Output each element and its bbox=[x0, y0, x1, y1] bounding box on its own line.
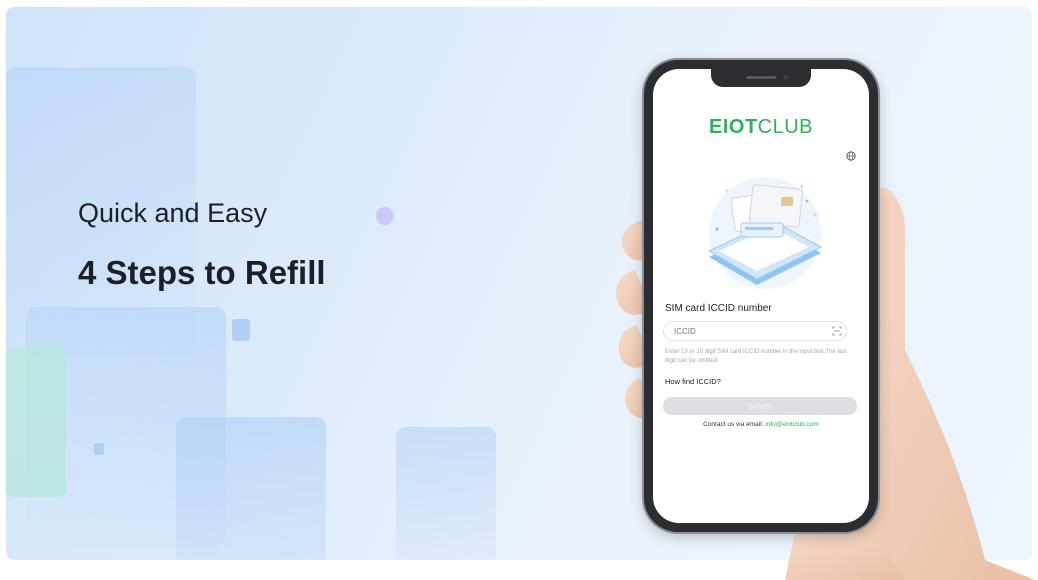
contact-prefix: Contact us via email: bbox=[703, 421, 764, 428]
phone-notch bbox=[711, 69, 811, 87]
logo-light: CLUB bbox=[757, 116, 814, 138]
iccid-label: SIM card ICCID number bbox=[665, 303, 772, 314]
iccid-input[interactable] bbox=[663, 321, 847, 341]
contact-line: Contact us via email: info@eiotclub.com bbox=[653, 421, 869, 428]
sim-card-illustration: + + + bbox=[707, 177, 823, 289]
speaker bbox=[746, 76, 776, 79]
svg-text:+: + bbox=[813, 212, 817, 219]
how-find-iccid-link[interactable]: How find ICCID? bbox=[665, 377, 721, 386]
globe-icon[interactable] bbox=[846, 151, 856, 161]
svg-text:+: + bbox=[725, 188, 729, 195]
phone-screen: EIOTCLUB + + + SIM card ICCID number ICC… bbox=[653, 69, 869, 523]
banner-title: 4 Steps to Refill bbox=[78, 254, 326, 291]
decor-chip bbox=[232, 319, 250, 341]
logo-bold: EIOT bbox=[708, 116, 758, 138]
banner-subtitle: Quick and Easy bbox=[78, 198, 268, 228]
iccid-hint: Enter 19 or 20 digit SIM card ICCID numb… bbox=[665, 349, 847, 364]
decor-chip bbox=[94, 443, 104, 455]
decor-panel bbox=[396, 427, 496, 560]
svg-text:+: + bbox=[799, 182, 804, 191]
scan-icon[interactable] bbox=[832, 326, 842, 336]
decor-panel-green bbox=[6, 347, 66, 497]
camera bbox=[783, 75, 788, 80]
decor-panel bbox=[176, 417, 326, 560]
app-logo: EIOTCLUB bbox=[653, 116, 869, 139]
decor-dot bbox=[376, 207, 394, 225]
search-button[interactable]: Search bbox=[663, 397, 857, 415]
contact-email-link[interactable]: info@eiotclub.com bbox=[765, 421, 819, 428]
smartphone: EIOTCLUB + + + SIM card ICCID number ICC… bbox=[644, 60, 878, 532]
